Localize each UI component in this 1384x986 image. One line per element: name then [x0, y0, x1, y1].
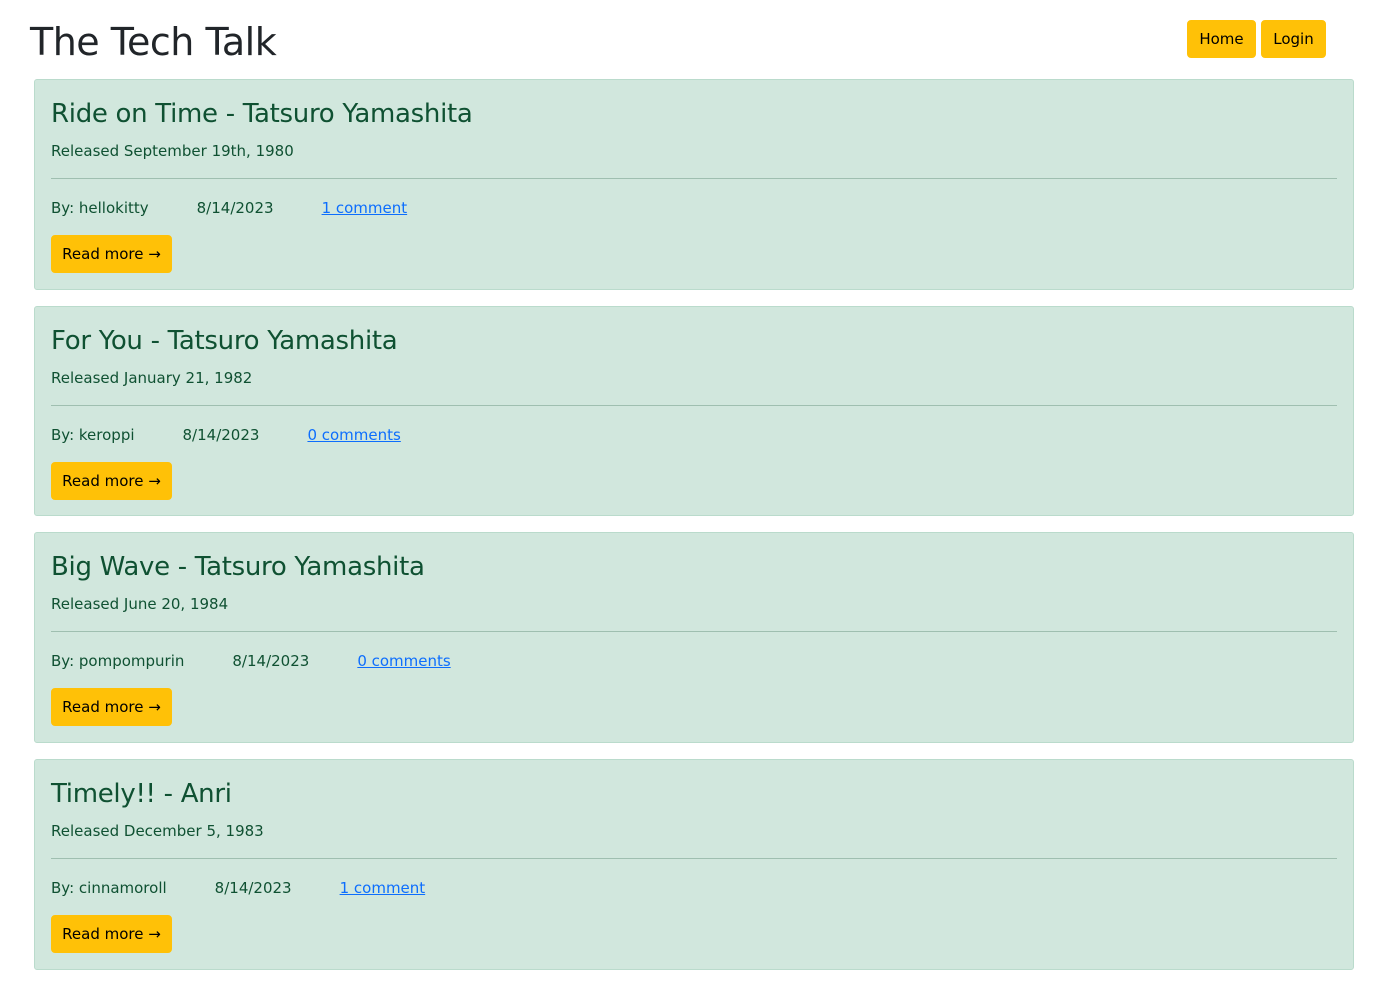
post-divider	[51, 405, 1337, 406]
post-title: Ride on Time - Tatsuro Yamashita	[51, 99, 473, 129]
post-title: Timely!! - Anri	[51, 779, 232, 809]
post-release-date: Released December 5, 1983	[51, 822, 264, 840]
post-release-date: Released June 20, 1984	[51, 595, 229, 613]
site-title: The Tech Talk	[30, 20, 277, 64]
post-author: By: cinnamoroll	[51, 879, 167, 897]
post-divider	[51, 858, 1337, 859]
post-release-date: Released January 21, 1982	[51, 369, 253, 387]
post-author: By: hellokitty	[51, 199, 149, 217]
post-date: 8/14/2023	[214, 879, 292, 897]
home-button[interactable]: Home	[1187, 20, 1256, 58]
read-more-button[interactable]: Read more →	[51, 462, 172, 500]
post-card: For You - Tatsuro Yamashita Released Jan…	[34, 306, 1354, 516]
post-comments-link[interactable]: 1 comment	[322, 198, 408, 218]
read-more-button[interactable]: Read more →	[51, 915, 172, 953]
post-date: 8/14/2023	[196, 199, 274, 217]
post-date: 8/14/2023	[182, 426, 260, 444]
post-comments-link[interactable]: 1 comment	[340, 878, 426, 898]
post-title: Big Wave - Tatsuro Yamashita	[51, 552, 425, 582]
post-card: Big Wave - Tatsuro Yamashita Released Ju…	[34, 532, 1354, 743]
post-title: For You - Tatsuro Yamashita	[51, 326, 398, 356]
login-button[interactable]: Login	[1261, 20, 1326, 58]
post-divider	[51, 631, 1337, 632]
post-author: By: keroppi	[51, 426, 135, 444]
read-more-button[interactable]: Read more →	[51, 235, 172, 273]
post-comments-link[interactable]: 0 comments	[307, 425, 400, 445]
post-date: 8/14/2023	[232, 652, 310, 670]
post-release-date: Released September 19th, 1980	[51, 142, 294, 160]
read-more-button[interactable]: Read more →	[51, 688, 172, 726]
post-divider	[51, 178, 1337, 179]
post-meta: By: keroppi 8/14/2023 0 comments	[51, 425, 401, 445]
top-nav: Home Login	[1187, 20, 1326, 58]
post-list: Ride on Time - Tatsuro Yamashita Release…	[34, 79, 1354, 986]
post-meta: By: hellokitty 8/14/2023 1 comment	[51, 198, 407, 218]
post-comments-link[interactable]: 0 comments	[357, 651, 450, 671]
post-meta: By: cinnamoroll 8/14/2023 1 comment	[51, 878, 425, 898]
post-card: Ride on Time - Tatsuro Yamashita Release…	[34, 79, 1354, 290]
post-author: By: pompompurin	[51, 652, 185, 670]
post-meta: By: pompompurin 8/14/2023 0 comments	[51, 651, 451, 671]
post-card: Timely!! - Anri Released December 5, 198…	[34, 759, 1354, 970]
